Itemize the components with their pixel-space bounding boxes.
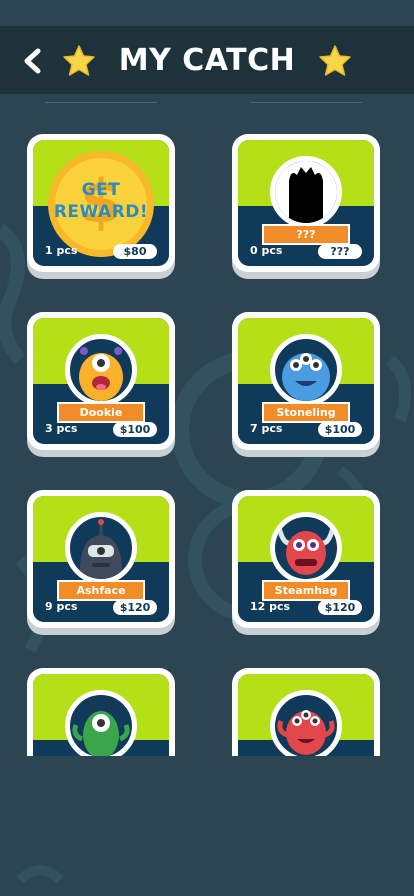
card-stoneling[interactable]: Stoneling 7 pcs $100 bbox=[232, 312, 380, 457]
dookie-monster-icon bbox=[79, 347, 123, 401]
price-badge: ??? bbox=[318, 244, 362, 259]
card-dookie[interactable]: Dookie 3 pcs $100 bbox=[27, 312, 175, 457]
price-badge: $120 bbox=[318, 600, 362, 615]
card-green-monster[interactable] bbox=[27, 668, 175, 756]
monster-portrait bbox=[270, 334, 342, 406]
monster-portrait bbox=[270, 156, 342, 228]
card-red-monster[interactable] bbox=[232, 668, 380, 756]
card-ashface[interactable]: Ashface 9 pcs $120 bbox=[27, 490, 175, 635]
ashface-monster-icon bbox=[79, 519, 123, 579]
price-badge: $100 bbox=[318, 422, 362, 437]
catch-grid: $ GET REWARD! 1 pcs $80 ??? 0 pcs ??? Do… bbox=[0, 0, 414, 756]
price-badge: $80 bbox=[113, 244, 157, 259]
card-steamhag[interactable]: Steamhag 12 pcs $120 bbox=[232, 490, 380, 635]
card-unknown[interactable]: ??? 0 pcs ??? bbox=[232, 134, 380, 279]
red-tentacle-monster-icon bbox=[277, 710, 335, 755]
green-cyclops-monster-icon bbox=[72, 700, 130, 756]
reward-label: GET bbox=[81, 180, 121, 200]
monster-name: Steamhag bbox=[264, 582, 348, 599]
pcs-count: 3 pcs bbox=[45, 422, 78, 435]
monster-portrait bbox=[270, 512, 342, 584]
monster-portrait bbox=[65, 690, 137, 756]
monster-name: Dookie bbox=[59, 404, 143, 421]
monster-name: Stoneling bbox=[264, 404, 348, 421]
reward-label: REWARD! bbox=[53, 202, 149, 222]
pcs-count: 1 pcs bbox=[45, 244, 78, 257]
pcs-count: 0 pcs bbox=[250, 244, 283, 257]
monster-name: Ashface bbox=[59, 582, 143, 599]
monster-name: ??? bbox=[264, 226, 348, 243]
card-reward[interactable]: $ GET REWARD! 1 pcs $80 bbox=[27, 134, 175, 279]
pcs-count: 9 pcs bbox=[45, 600, 78, 613]
monster-portrait bbox=[65, 512, 137, 584]
silhouette-icon bbox=[275, 161, 337, 223]
monster-portrait bbox=[65, 334, 137, 406]
pcs-count: 7 pcs bbox=[250, 422, 283, 435]
steamhag-monster-icon bbox=[276, 526, 336, 575]
pcs-count: 12 pcs bbox=[250, 600, 291, 613]
price-badge: $100 bbox=[113, 422, 157, 437]
price-badge: $120 bbox=[113, 600, 157, 615]
stoneling-monster-icon bbox=[282, 353, 330, 401]
monster-portrait bbox=[270, 690, 342, 756]
